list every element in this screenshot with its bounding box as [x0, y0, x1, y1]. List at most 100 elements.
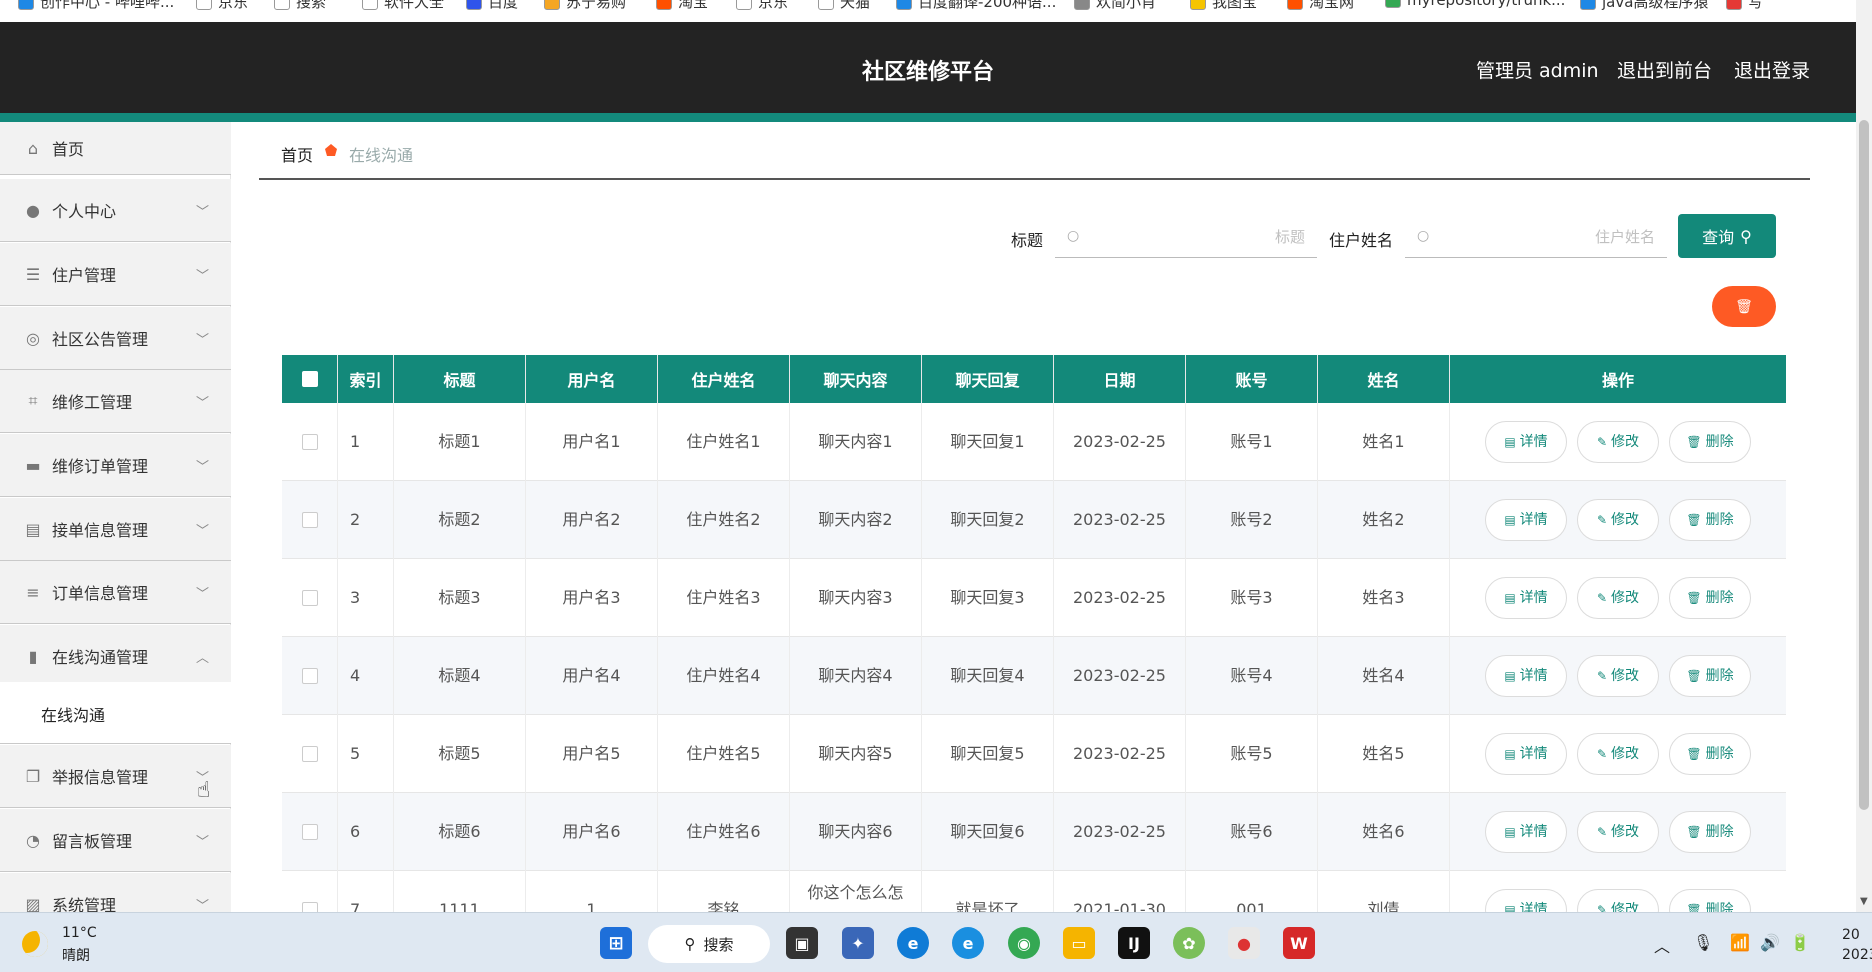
bookmark-item[interactable]: 淘宝: [656, 0, 708, 12]
bookmark-item[interactable]: 创作中心 - 哔哩哔...: [18, 0, 174, 12]
wps-office-icon[interactable]: W: [1283, 927, 1315, 959]
bookmark-favicon-icon: [736, 0, 752, 10]
bookmark-item[interactable]: 我图宝: [1190, 0, 1257, 12]
system-clock[interactable]: 20 2023/: [1842, 925, 1872, 965]
edit-button[interactable]: ✎ 修改: [1577, 655, 1659, 697]
wifi-icon[interactable]: 📶: [1730, 933, 1750, 952]
sidebar-item-7[interactable]: ≡ 订单信息管理 ﹀: [0, 561, 231, 624]
bookmark-favicon-icon: [544, 0, 560, 10]
delete-button[interactable]: 🗑 删除: [1669, 499, 1751, 541]
row-checkbox[interactable]: [301, 824, 318, 840]
edit-button[interactable]: ✎ 修改: [1577, 733, 1659, 775]
delete-button[interactable]: 🗑 删除: [1669, 577, 1751, 619]
table-cell: 标题4: [394, 637, 526, 715]
admin-label[interactable]: 管理员 admin: [1476, 56, 1599, 83]
resident-name-search-input[interactable]: [1435, 218, 1661, 256]
bookmark-item[interactable]: 天猫: [818, 0, 870, 12]
edit-button[interactable]: ✎ 修改: [1577, 577, 1659, 619]
sidebar-subitem-online-chat[interactable]: 在线沟通: [0, 682, 231, 744]
detail-button-label: 详情: [1519, 511, 1548, 528]
edit-button[interactable]: ✎ 修改: [1577, 499, 1659, 541]
row-checkbox[interactable]: [301, 668, 318, 684]
detail-button[interactable]: ▤ 详情: [1485, 499, 1567, 541]
edit-button[interactable]: ✎ 修改: [1577, 421, 1659, 463]
detail-button[interactable]: ▤ 详情: [1485, 733, 1567, 775]
bookmark-item[interactable]: 写: [1726, 0, 1763, 12]
delete-button[interactable]: 🗑 删除: [1669, 811, 1751, 853]
ie-browser-icon[interactable]: e: [952, 927, 984, 959]
breadcrumb-home[interactable]: 首页: [281, 142, 313, 166]
bookmark-item[interactable]: 京东: [196, 0, 248, 12]
exit-to-front-link[interactable]: 退出到前台: [1617, 56, 1712, 83]
sidebar-item-label: 在线沟通管理: [52, 648, 149, 667]
scrollbar-thumb[interactable]: [1859, 120, 1869, 810]
taskbar-search[interactable]: ⚲ 搜索: [648, 925, 770, 963]
clock-time: 20: [1842, 927, 1860, 943]
battery-icon[interactable]: 🔋: [1790, 933, 1810, 952]
delete-button[interactable]: 🗑 删除: [1669, 421, 1751, 463]
weather-description[interactable]: 晴朗: [62, 945, 90, 965]
edit-button-label: 修改: [1611, 511, 1640, 528]
select-all-checkbox[interactable]: [301, 371, 318, 387]
bookmark-item[interactable]: 搜索: [274, 0, 326, 12]
table-cell: 5: [338, 715, 394, 793]
weather-temperature[interactable]: 11°C: [62, 925, 97, 941]
table-cell: 聊天内容3: [790, 559, 922, 637]
detail-button[interactable]: ▤ 详情: [1485, 811, 1567, 853]
moon-weather-icon[interactable]: [22, 931, 48, 957]
row-checkbox[interactable]: [301, 746, 318, 762]
bookmark-item[interactable]: java高级程序猿: [1580, 0, 1708, 12]
file-explorer-icon[interactable]: ▭: [1063, 927, 1095, 959]
record-app-icon[interactable]: ●: [1228, 927, 1260, 959]
detail-button[interactable]: ▤ 详情: [1485, 421, 1567, 463]
row-checkbox[interactable]: [301, 590, 318, 606]
detail-button[interactable]: ▤ 详情: [1485, 577, 1567, 619]
bookmark-item[interactable]: 苏宁易购: [544, 0, 626, 12]
sidebar-item-5[interactable]: ▬ 维修订单管理 ﹀: [0, 434, 231, 497]
delete-button[interactable]: 🗑 删除: [1669, 733, 1751, 775]
row-checkbox[interactable]: [301, 434, 318, 450]
query-button[interactable]: 查询 ⚲: [1678, 214, 1776, 258]
sidebar-item-3[interactable]: ◎ 社区公告管理 ﹀: [0, 307, 231, 370]
logout-link[interactable]: 退出登录: [1734, 56, 1810, 83]
task-view-icon[interactable]: ▣: [786, 927, 818, 959]
delete-button[interactable]: 🗑 删除: [1669, 655, 1751, 697]
bookmark-favicon-icon: [656, 0, 672, 10]
sidebar-item-2[interactable]: ☰ 住户管理 ﹀: [0, 243, 231, 306]
title-search-input[interactable]: [1085, 218, 1311, 256]
bookmark-item[interactable]: myrepository/trunk...: [1385, 0, 1565, 9]
tray-expand-icon[interactable]: ︿: [1654, 933, 1670, 957]
scroll-down-icon[interactable]: ▼: [1860, 896, 1868, 907]
intellij-idea-icon[interactable]: IJ: [1118, 927, 1150, 959]
sidebar-item-6[interactable]: ▤ 接单信息管理 ﹀: [0, 498, 231, 561]
detail-button-label: 详情: [1519, 589, 1548, 606]
table-row: 4 标题4 用户名4 住户姓名4 聊天内容4 聊天回复4 2023-02-25 账号4 姓名4 ▤…: [282, 637, 1786, 715]
edge-browser-icon[interactable]: e: [897, 927, 929, 959]
bookmark-item[interactable]: 百度: [466, 0, 518, 12]
windows-start-icon[interactable]: ⊞: [600, 927, 632, 959]
row-checkbox[interactable]: [301, 512, 318, 528]
fiddler-icon[interactable]: ✿: [1173, 927, 1205, 959]
bookmark-item[interactable]: 淘宝网: [1287, 0, 1354, 12]
bookmark-item[interactable]: 软件大全: [362, 0, 444, 12]
copy-icon: ❐: [25, 766, 41, 786]
bookmark-item[interactable]: 百度翻译-200种语...: [896, 0, 1056, 12]
bookmark-item[interactable]: 京东: [736, 0, 788, 12]
batch-delete-button[interactable]: 🗑: [1712, 286, 1776, 327]
volume-icon[interactable]: 🔊: [1760, 933, 1780, 952]
table-cell: 聊天内容4: [790, 637, 922, 715]
bookmark-item[interactable]: 欢简小肖: [1074, 0, 1156, 12]
sidebar-item-8[interactable]: ▮ 在线沟通管理 ︿: [0, 625, 231, 688]
tools-app-icon[interactable]: ✦: [842, 927, 874, 959]
chrome-browser-icon[interactable]: ◉: [1008, 927, 1040, 959]
sidebar-item-4[interactable]: ⌗ 维修工管理 ﹀: [0, 370, 231, 433]
page-scrollbar[interactable]: ▼: [1856, 0, 1872, 912]
sidebar-item-1[interactable]: ● 个人中心 ﹀: [0, 179, 231, 242]
edit-button[interactable]: ✎ 修改: [1577, 811, 1659, 853]
detail-button[interactable]: ▤ 详情: [1485, 655, 1567, 697]
sidebar-item-0[interactable]: ⌂ 首页: [0, 122, 231, 175]
bookmark-favicon-icon: [896, 0, 912, 10]
microphone-icon[interactable]: 🎙: [1693, 933, 1713, 952]
sidebar-item-10[interactable]: ◔ 留言板管理 ﹀: [0, 809, 231, 872]
document-icon: ▤: [1504, 824, 1516, 839]
